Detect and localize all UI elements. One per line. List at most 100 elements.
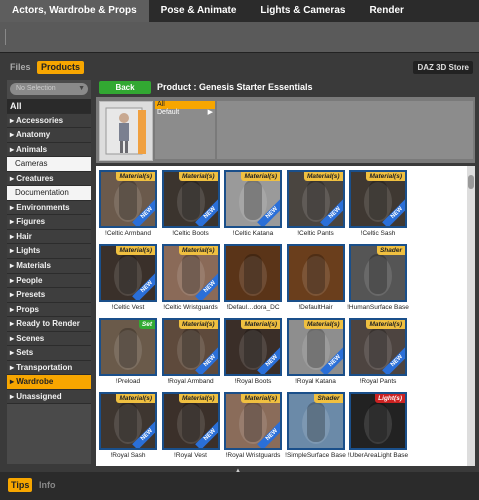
type-badge: Material(s): [366, 320, 405, 329]
grid-scrollbar-thumb[interactable]: [468, 175, 474, 189]
type-badge: Material(s): [241, 394, 280, 403]
content-tile[interactable]: Material(s) NEW: [224, 318, 282, 376]
content-tile[interactable]: Material(s) NEW: [286, 170, 345, 228]
content-tile[interactable]: Material(s) NEW: [161, 170, 220, 228]
bottom-tab-bar: Tips Info: [0, 472, 479, 500]
tile-label: !Celtic Wristguards: [163, 304, 218, 311]
category-item[interactable]: ▸ People: [7, 273, 91, 289]
category-item[interactable]: ▸ Figures: [7, 215, 91, 230]
type-badge: Light(s): [375, 394, 405, 403]
product-category-all[interactable]: All: [155, 101, 215, 109]
toolbar: [0, 22, 479, 53]
content-tile[interactable]: [286, 244, 345, 302]
tile-label: !Preload: [115, 378, 141, 385]
content-tile[interactable]: Material(s) NEW: [99, 392, 157, 450]
content-tile[interactable]: Material(s) NEW: [349, 170, 407, 228]
content-tile[interactable]: Material(s) NEW: [161, 244, 220, 302]
chevron-down-icon: ▼: [78, 85, 85, 92]
tile-label: !HumanSurface Base: [347, 304, 409, 311]
tab-tips[interactable]: Tips: [8, 478, 33, 492]
type-badge: Shader: [376, 246, 405, 255]
tile-label: !Royal Vest: [174, 452, 207, 459]
toolbar-separator: [5, 29, 6, 45]
type-badge: Material(s): [241, 320, 280, 329]
content-tile[interactable]: Material(s) NEW: [349, 318, 407, 376]
type-badge: Material(s): [178, 172, 218, 181]
tile-label: !SimpleSurface Base: [285, 452, 346, 459]
chevron-right-icon: ▶: [207, 109, 213, 116]
category-item[interactable]: ▸ Lights: [7, 244, 91, 260]
category-item[interactable]: All: [7, 99, 91, 114]
category-list: All ▸ Accessories ▸ Anatomy ▸ Animals Camera…: [7, 99, 91, 405]
content-tile[interactable]: Set: [99, 318, 157, 376]
type-badge: Material(s): [178, 246, 218, 255]
product-category-default-label: Default: [157, 109, 180, 116]
type-badge: Material(s): [116, 246, 155, 255]
category-sidebar: No Selection ▼ All ▸ Accessories ▸ Anatomy…: [7, 80, 91, 464]
category-item[interactable]: ▸ Scenes: [7, 331, 91, 347]
tab-products[interactable]: Products: [37, 61, 85, 74]
top-tab-bar: Actors, Wardrobe & Props Pose & Animate …: [0, 0, 479, 22]
category-item[interactable]: ▸ Presets: [7, 288, 91, 303]
category-item[interactable]: ▸ Props: [7, 302, 91, 318]
tab-pose-animate[interactable]: Pose & Animate: [149, 0, 249, 22]
tile-label: !Royal Pants: [359, 378, 397, 385]
content-tile[interactable]: Material(s) NEW: [99, 244, 157, 302]
content-tile[interactable]: Material(s) NEW: [161, 318, 220, 376]
tile-label: !Celtic Katana: [232, 230, 274, 237]
type-badge: Material(s): [178, 394, 218, 403]
category-item[interactable]: ▸ Environments: [7, 200, 91, 216]
tab-lights-cameras[interactable]: Lights & Cameras: [248, 0, 357, 22]
thumbnail-image: [239, 254, 267, 296]
type-badge: Material(s): [116, 172, 155, 181]
category-item[interactable]: Cameras: [7, 157, 91, 172]
tile-label: !Celtic Vest: [111, 304, 145, 311]
content-tile[interactable]: Shader: [286, 392, 345, 450]
category-item[interactable]: ▸ Sets: [7, 346, 91, 361]
category-item[interactable]: ▸ Materials: [7, 259, 91, 274]
type-badge: Material(s): [303, 320, 343, 329]
tile-label: !Celtic Pants: [297, 230, 334, 237]
category-item[interactable]: ▸ Accessories: [7, 113, 91, 129]
tab-files[interactable]: Files: [6, 61, 35, 74]
content-grid: Material(s) NEW !Celtic Armband Material(s)…: [96, 166, 467, 466]
category-item[interactable]: ▸ Hair: [7, 229, 91, 245]
content-tile[interactable]: Material(s) NEW: [224, 170, 282, 228]
content-tile[interactable]: Material(s) NEW: [99, 170, 157, 228]
category-item[interactable]: ▸ Anatomy: [7, 128, 91, 143]
content-tile[interactable]: Material(s) NEW: [286, 318, 345, 376]
tile-label: !Royal Boots: [234, 378, 272, 385]
content-tile[interactable]: Shader: [349, 244, 407, 302]
tile-label: !Celtic Sash: [360, 230, 396, 237]
category-item[interactable]: ▸ Creatures: [7, 171, 91, 187]
content-tile[interactable]: [224, 244, 282, 302]
category-item[interactable]: ▸ Animals: [7, 142, 91, 158]
tile-label: !Royal Wristguards: [225, 452, 281, 459]
product-title: Product : Genesis Starter Essentials: [157, 82, 313, 92]
type-badge: Shader: [314, 394, 343, 403]
category-item[interactable]: ▸ Transportation: [7, 360, 91, 376]
content-tile[interactable]: Material(s) NEW: [161, 392, 220, 450]
tab-actors-wardrobe-props[interactable]: Actors, Wardrobe & Props: [0, 0, 149, 22]
tab-info[interactable]: Info: [36, 478, 59, 492]
selection-dropdown[interactable]: No Selection ▼: [10, 83, 88, 95]
content-tile[interactable]: Material(s) NEW: [224, 392, 282, 450]
category-item[interactable]: ▸ Wardrobe: [7, 375, 91, 390]
product-category-panel: All Default ▶: [155, 101, 215, 159]
selection-dropdown-label: No Selection: [16, 85, 56, 92]
tile-label: !Royal Katana: [295, 378, 336, 385]
tile-label: !Celtic Armband: [105, 230, 151, 237]
daz-store-button[interactable]: DAZ 3D Store: [413, 61, 473, 74]
category-item[interactable]: ▸ Ready to Render: [7, 317, 91, 332]
tile-label: !Celtic Boots: [172, 230, 209, 237]
thumbnail-image: [301, 254, 330, 296]
back-button[interactable]: Back: [99, 81, 151, 94]
tab-render[interactable]: Render: [357, 0, 415, 22]
content-tile[interactable]: Light(s): [349, 392, 407, 450]
category-item[interactable]: ▸ Unassigned: [7, 389, 91, 405]
grid-scrollbar[interactable]: [467, 166, 475, 466]
product-category-default[interactable]: Default ▶: [155, 109, 215, 117]
category-item[interactable]: Documentation: [7, 186, 91, 201]
tile-label: !UberAreaLight Base: [347, 452, 409, 459]
type-badge: Material(s): [303, 172, 343, 181]
